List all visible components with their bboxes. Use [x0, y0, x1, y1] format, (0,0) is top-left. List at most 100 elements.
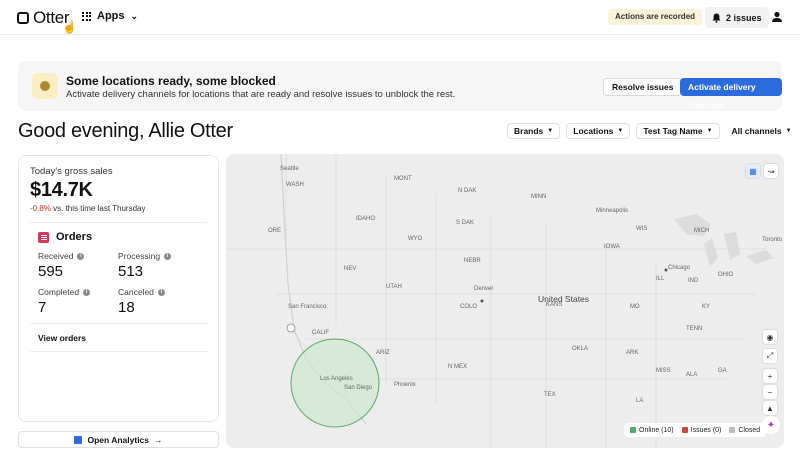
- filter-bar: Brands ▼ Locations ▼ Test Tag Name ▼ All ch…: [507, 123, 798, 139]
- info-icon[interactable]: i: [77, 252, 85, 260]
- issues-label: 2 issues: [726, 12, 762, 23]
- hand-cursor-icon: ☝: [62, 20, 77, 34]
- gross-sales-value: $14.7K: [30, 179, 93, 201]
- view-orders-link[interactable]: View orders: [38, 333, 86, 343]
- info-icon[interactable]: i: [83, 288, 91, 296]
- legend-issues[interactable]: Issues (0): [681, 427, 721, 434]
- map-label-colo: COLO: [460, 304, 478, 310]
- map-label-ark: ARK: [626, 350, 639, 356]
- channels-filter[interactable]: All channels ▼: [725, 123, 798, 139]
- map-label-mont: MONT: [394, 176, 412, 182]
- sales-orders-card: Today's gross sales $14.7K -0.8% vs. thi…: [18, 155, 219, 422]
- received-stat: Received i 595: [38, 251, 85, 280]
- completed-value: 7: [38, 299, 47, 316]
- open-analytics-label: Open Analytics: [87, 434, 150, 445]
- orders-title: Orders: [56, 231, 93, 243]
- analytics-icon: [74, 435, 83, 444]
- map-label-mich: MICH: [694, 228, 710, 234]
- received-value: 595: [38, 263, 64, 280]
- map-label-tenn: TENN: [686, 326, 703, 332]
- sparkle-assistant-icon[interactable]: ✦: [762, 416, 780, 434]
- map-background: [226, 154, 774, 448]
- map-label-minn: MINN: [531, 194, 547, 200]
- orders-header: Orders: [38, 231, 92, 243]
- user-account-icon[interactable]: [770, 10, 784, 24]
- canceled-stat: Canceled i 18: [118, 287, 165, 316]
- apps-grid-icon: [82, 11, 91, 21]
- completed-label: Completed: [38, 287, 80, 297]
- map-label-s-dak: S DAK: [456, 220, 475, 226]
- completed-stat: Completed i 7: [38, 287, 91, 316]
- issues-swatch: [681, 427, 688, 433]
- gross-sales-label: Today's gross sales: [30, 166, 113, 177]
- caret-down-icon: ▼: [547, 128, 554, 134]
- closed-swatch: [729, 427, 736, 433]
- page-title: Good evening, Allie Otter: [18, 120, 233, 142]
- map-label-ill: ILL: [656, 276, 665, 282]
- map-label-ala: ALA: [686, 372, 698, 378]
- divider: [30, 222, 207, 223]
- map-label-ga: GA: [718, 368, 727, 374]
- map-label-iowa: IOWA: [604, 244, 620, 250]
- activate-channels-button[interactable]: Activate delivery channels: [680, 78, 782, 110]
- gross-sales-delta: -0.8% vs. this time last Thursday: [30, 204, 145, 213]
- online-swatch: [630, 427, 636, 433]
- divider: [30, 351, 207, 352]
- map-label-mo: MO: [630, 304, 640, 310]
- caret-down-icon: ▼: [785, 128, 792, 134]
- map-label-n-dak: N DAK: [458, 188, 477, 194]
- delivery-radius-circle[interactable]: [290, 338, 380, 428]
- zoom-in-icon[interactable]: +: [763, 369, 777, 383]
- delta-percent: -0.8%: [30, 204, 51, 213]
- top-bar: Otter Apps ⌄ Actions are recorded 2 issu…: [0, 0, 800, 35]
- zoom-out-icon[interactable]: −: [763, 385, 777, 399]
- legend-online[interactable]: Online (10): [630, 427, 674, 434]
- map-label-la: LA: [636, 398, 644, 404]
- map-label-utah: UTAH: [386, 284, 402, 290]
- locations-banner: Some locations ready, some blocked Activ…: [18, 61, 782, 111]
- map-label-ohio: OHIO: [718, 272, 734, 278]
- legend-closed[interactable]: Closed: [729, 427, 760, 434]
- map-label-us: United States: [538, 294, 590, 304]
- map-label-nebr: NEBR: [464, 258, 481, 264]
- map-label-san-diego: San Diego: [344, 385, 373, 391]
- info-icon[interactable]: i: [164, 252, 172, 260]
- map-label-okla: OKLA: [572, 346, 589, 352]
- map-label-idaho: IDAHO: [356, 216, 376, 222]
- brands-filter[interactable]: Brands ▼: [507, 123, 561, 139]
- map-label-minneapolis: Minneapolis: [596, 208, 629, 214]
- map-label-wyo: WYO: [408, 236, 423, 242]
- map-label-denver: Denver: [474, 286, 494, 292]
- bell-icon: [712, 13, 721, 23]
- map-label-calif: CALIF: [312, 330, 330, 336]
- apps-label: Apps: [97, 10, 125, 22]
- caret-down-icon: ▼: [617, 128, 624, 134]
- caret-down-icon: ▼: [706, 128, 713, 134]
- processing-value: 513: [118, 263, 144, 280]
- processing-label: Processing: [118, 251, 161, 261]
- locate-icon[interactable]: ◉: [763, 330, 777, 344]
- canceled-label: Canceled: [118, 287, 154, 297]
- canceled-value: 18: [118, 299, 135, 316]
- map-label-tex: TEX: [544, 392, 556, 398]
- otter-logo-icon: [17, 12, 29, 24]
- map-label-wis: WIS: [636, 226, 648, 232]
- apps-menu[interactable]: Apps ⌄: [82, 10, 138, 22]
- compass-icon[interactable]: ▲: [763, 401, 777, 415]
- map-label-los-angeles: Los Angeles: [320, 376, 353, 382]
- map-view-icon[interactable]: ▦: [746, 164, 760, 178]
- issues-button[interactable]: 2 issues: [705, 7, 769, 28]
- recorded-badge: Actions are recorded: [608, 9, 703, 25]
- trend-view-icon[interactable]: ↝: [764, 164, 778, 178]
- open-analytics-button[interactable]: Open Analytics →: [18, 431, 219, 448]
- locations-filter[interactable]: Locations ▼: [566, 123, 631, 139]
- resolve-issues-button[interactable]: Resolve issues: [603, 78, 683, 96]
- tag-filter[interactable]: Test Tag Name ▼: [636, 123, 720, 139]
- orders-icon: [38, 231, 49, 243]
- map-label-phoenix: Phoenix: [394, 382, 416, 388]
- location-pin[interactable]: [286, 323, 296, 333]
- info-icon[interactable]: i: [157, 288, 165, 296]
- chevron-down-icon: ⌄: [130, 10, 139, 21]
- locations-map[interactable]: Seattle WASH ORE IDAHO MONT N DAK S DAK …: [226, 154, 784, 448]
- fullscreen-icon[interactable]: ⤢: [763, 349, 777, 363]
